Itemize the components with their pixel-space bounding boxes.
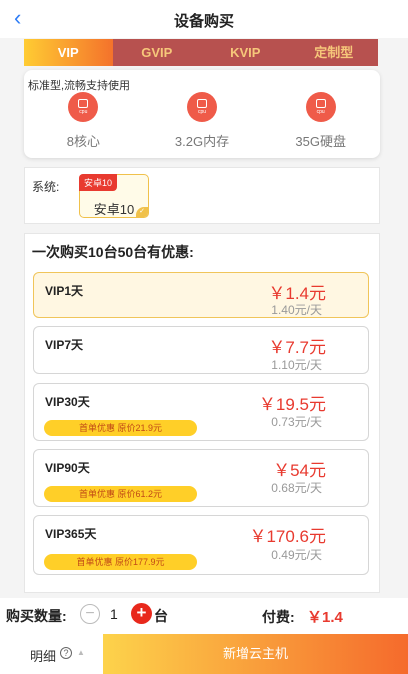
system-card: 系统: 安卓10 安卓10 ✓ (24, 167, 380, 224)
plan-name: VIP1天 (45, 284, 84, 298)
caret-up-icon: ▲ (77, 648, 85, 657)
quantity-unit: 台 (154, 608, 168, 624)
spec-item-cores: cpu 8核心 (24, 92, 143, 150)
promo-badge: 首单优惠 原价61.2元 (44, 486, 197, 502)
plan-vip7[interactable]: VIP7天 ￥7.7元 1.10元/天 (33, 326, 369, 374)
plan-name: VIP7天 (45, 338, 84, 352)
tab-gvip[interactable]: GVIP (113, 39, 202, 66)
promo-badge: 首单优惠 原价177.9元 (44, 554, 197, 570)
page-title: 设备购买 (173, 13, 234, 30)
package-card: 一次购买10台50台有优惠: VIP1天 ￥1.4元 1.40元/天 VIP7天… (24, 233, 380, 593)
plan-price: ￥19.5元 (258, 395, 326, 414)
plan-price: ￥54元 (273, 461, 326, 480)
quantity-bar: 购买数量: − 1 + 台 付费: ￥1.4 (0, 598, 408, 634)
system-label: 系统: (32, 180, 60, 194)
help-icon: ? (60, 647, 72, 659)
plan-price: ￥170.6元 (249, 527, 326, 546)
cpu-icon: cpu (68, 92, 99, 122)
plan-name: VIP365天 (45, 527, 97, 541)
spec-label: 8核心 (66, 134, 100, 149)
plan-vip30[interactable]: VIP30天 ￥19.5元 0.73元/天 首单优惠 原价21.9元 (33, 383, 369, 441)
plan-vip365[interactable]: VIP365天 ￥170.6元 0.49元/天 首单优惠 原价177.9元 (33, 515, 369, 575)
spec-label: 3.2G内存 (174, 134, 230, 149)
plus-icon[interactable]: + (131, 603, 152, 624)
plan-vip1[interactable]: VIP1天 ￥1.4元 1.40元/天 (33, 272, 369, 318)
plan-unit-price: 0.68元/天 (271, 481, 322, 495)
spec-card: 标准型,流畅支持使用 cpu 8核心 cpu 3.2G内存 cpu 35G硬盘 (24, 70, 380, 158)
tab-vip[interactable]: VIP (24, 39, 113, 66)
check-icon: ✓ (136, 207, 148, 217)
detail-button[interactable]: 明细 ? ▲ (0, 634, 103, 674)
cpu-icon-label: cpu (79, 109, 88, 115)
header: ‹ 设备购买 (0, 0, 408, 38)
spec-label: 35G硬盘 (295, 134, 346, 149)
footer: 明细 ? ▲ 新增云主机 (0, 634, 408, 674)
system-badge: 安卓10 (79, 174, 118, 191)
spec-item-memory: cpu 3.2G内存 (143, 92, 262, 150)
detail-label: 明细 (30, 649, 57, 664)
tab-custom[interactable]: 定制型 (290, 39, 379, 66)
system-option-android10[interactable]: 安卓10 安卓10 ✓ (79, 174, 149, 218)
plan-name: VIP90天 (45, 461, 90, 475)
spec-caption: 标准型,流畅支持使用 (28, 80, 131, 92)
tab-kvip[interactable]: KVIP (201, 39, 290, 66)
plan-unit-price: 1.40元/天 (271, 303, 322, 317)
cpu-icon-label: cpu (197, 109, 207, 115)
quantity-label: 购买数量: (6, 608, 67, 624)
plan-vip90[interactable]: VIP90天 ￥54元 0.68元/天 首单优惠 原价61.2元 (33, 449, 369, 507)
cpu-icon-label: cpu (316, 109, 325, 115)
payment-label: 付费: (262, 609, 295, 625)
quantity-value: 1 (110, 606, 118, 622)
plan-unit-price: 1.10元/天 (271, 358, 322, 372)
plan-unit-price: 0.49元/天 (271, 548, 322, 562)
payment-amount: ￥1.4 (307, 609, 343, 626)
plan-unit-price: 0.73元/天 (271, 415, 322, 429)
plan-price: ￥7.7元 (268, 338, 326, 357)
promo-badge: 首单优惠 原价21.9元 (44, 420, 197, 436)
spec-item-disk: cpu 35G硬盘 (261, 92, 380, 150)
cpu-icon: cpu (305, 92, 336, 122)
plan-name: VIP30天 (45, 395, 90, 409)
plan-tabs: VIP GVIP KVIP 定制型 (24, 39, 378, 66)
cpu-icon: cpu (187, 92, 217, 122)
package-heading: 一次购买10台50台有优惠: (32, 244, 194, 260)
create-cloud-host-button[interactable]: 新增云主机 (103, 634, 408, 674)
spec-items: cpu 8核心 cpu 3.2G内存 cpu 35G硬盘 (24, 92, 380, 150)
minus-icon[interactable]: − (80, 604, 100, 624)
